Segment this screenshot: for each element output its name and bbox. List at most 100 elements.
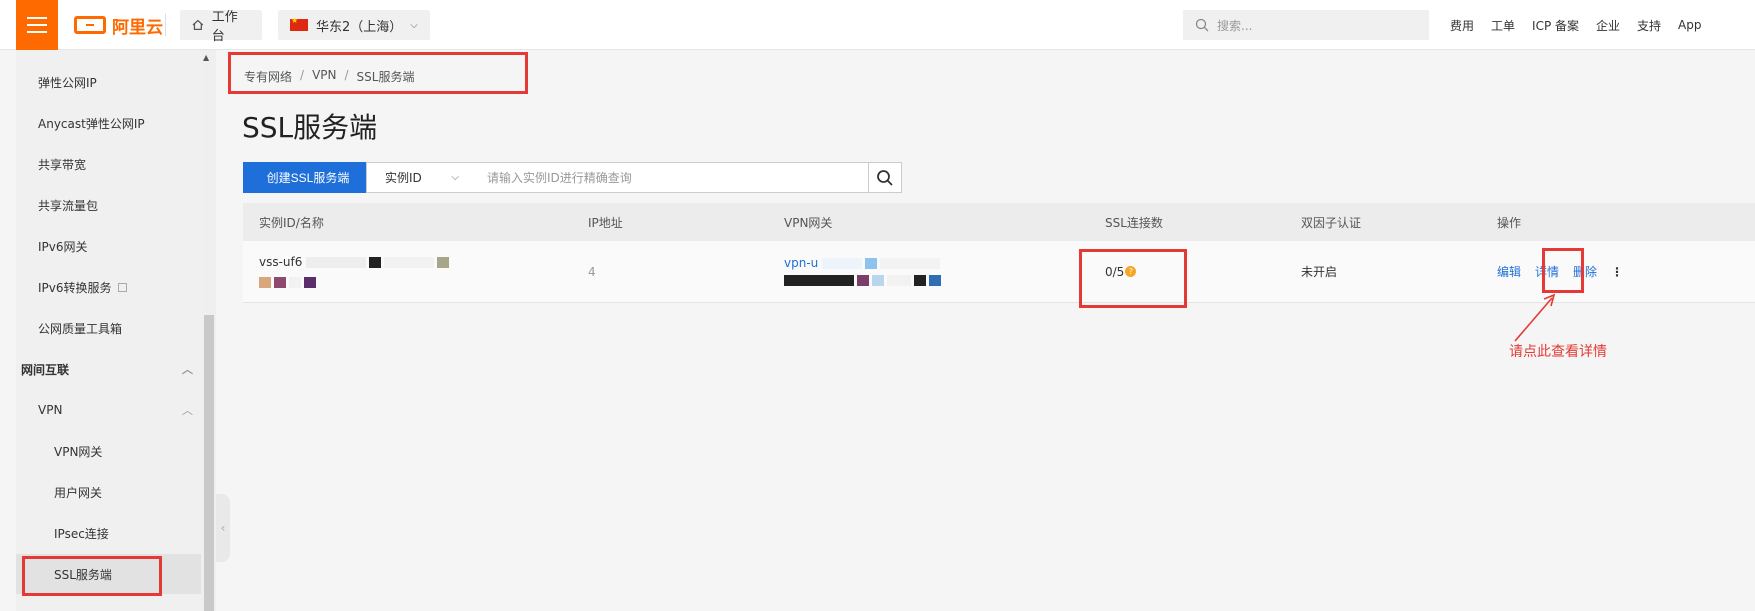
sidebar-item-customer-gateway[interactable]: 用户网关 <box>16 472 201 512</box>
menu-icon[interactable] <box>16 0 58 50</box>
cell-ip: 4 <box>588 241 596 302</box>
redacted-block <box>306 256 367 268</box>
scroll-up-arrow-icon[interactable]: ▲ <box>203 53 209 62</box>
sidebar-item-eip[interactable]: 弹性公网IP <box>16 62 201 102</box>
top-link-billing[interactable]: 费用 <box>1450 17 1474 34</box>
sidebar-item-label: Anycast弹性公网IP <box>38 116 145 131</box>
column-header-actions: 操作 <box>1497 215 1522 230</box>
page-title: SSL服务端 <box>242 111 378 144</box>
top-bar: 阿里云 工作台 华东2（上海） ⌵ 搜索... 费用 工单 ICP 备案 企业 … <box>0 0 1755 50</box>
sidebar-item-network-quality-toolbox[interactable]: 公网质量工具箱 <box>16 308 201 348</box>
sidebar-item-label: IPv6网关 <box>38 239 88 254</box>
sidebar-item-label: 共享流量包 <box>38 198 99 213</box>
search-field-select[interactable]: 实例ID ⌵ <box>366 162 472 193</box>
vpn-gateway-link[interactable]: vpn-u <box>784 256 818 270</box>
scroll-thumb[interactable] <box>204 315 214 611</box>
chevron-down-icon: ⌵ <box>451 172 459 183</box>
top-link-icp[interactable]: ICP 备案 <box>1532 17 1579 34</box>
query-placeholder: 请输入实例ID进行精确查询 <box>487 171 632 185</box>
global-search-input[interactable]: 搜索... <box>1183 10 1429 40</box>
sidebar-group-interconnect[interactable]: 网间互联 ︿ <box>16 349 201 389</box>
chevron-down-icon: ⌵ <box>410 19 418 31</box>
redacted-block <box>880 258 941 269</box>
sidebar-item-label: VPN网关 <box>54 444 103 459</box>
instance-id[interactable]: vss-uf6 <box>259 255 302 269</box>
sidebar-subgroup-vpn[interactable]: VPN ︿ <box>16 390 201 430</box>
sidebar-item-shared-bandwidth[interactable]: 共享带宽 <box>16 144 201 184</box>
vpn-gateway-name-line <box>784 273 944 287</box>
workbench-button[interactable]: 工作台 <box>180 10 262 44</box>
search-placeholder: 搜索... <box>1217 18 1253 33</box>
search-icon <box>1195 18 1209 32</box>
redacted-block <box>384 256 435 268</box>
aliyun-logo-mark-icon <box>74 16 106 34</box>
cell-vpn-gateway: vpn-u <box>784 241 944 302</box>
search-icon <box>877 169 893 186</box>
sidebar-item-anycast-eip[interactable]: Anycast弹性公网IP <box>16 103 201 143</box>
column-header-two-factor: 双因子认证 <box>1301 215 1362 230</box>
sidebar-item-data-transfer-plan[interactable]: 共享流量包 <box>16 185 201 225</box>
sidebar-item-ipv6-gateway[interactable]: IPv6网关 <box>16 226 201 266</box>
instance-id-line: vss-uf6 <box>259 255 452 269</box>
top-link-enterprise[interactable]: 企业 <box>1596 17 1620 34</box>
two-factor-status: 未开启 <box>1301 265 1338 279</box>
annotation-text: 请点此查看详情 <box>1509 344 1607 360</box>
create-ssl-server-button[interactable]: 创建SSL服务端 <box>243 162 373 193</box>
redacted-block <box>369 256 382 268</box>
column-header-vpn-gateway: VPN网关 <box>784 215 833 230</box>
sidebar-item-ipv6-translation[interactable]: IPv6转换服务 <box>16 267 201 307</box>
search-button[interactable] <box>868 162 902 193</box>
sidebar: 弹性公网IP Anycast弹性公网IP 共享带宽 共享流量包 IPv6网关 I… <box>16 50 216 611</box>
column-header-ip: IP地址 <box>588 215 623 230</box>
edit-link[interactable]: 编辑 <box>1497 263 1521 280</box>
sidebar-item-label: 弹性公网IP <box>38 75 97 90</box>
redacted-block <box>259 276 271 288</box>
aliyun-logo[interactable]: 阿里云 <box>74 13 163 38</box>
chevron-left-icon: ‹ <box>220 521 226 535</box>
redacted-block <box>304 276 316 288</box>
redacted-block <box>865 258 878 269</box>
cell-two-factor: 未开启 <box>1301 241 1337 302</box>
region-selector[interactable]: 华东2（上海） ⌵ <box>278 10 430 40</box>
sidebar-item-vpn-gateway[interactable]: VPN网关 <box>16 431 201 471</box>
search-field-value: 实例ID <box>385 171 422 185</box>
redacted-block <box>437 256 450 268</box>
vpn-gateway-line: vpn-u <box>784 256 943 270</box>
china-flag-icon <box>290 16 308 31</box>
top-link-app[interactable]: App <box>1678 18 1701 32</box>
redacted-block <box>887 275 911 286</box>
top-link-support[interactable]: 支持 <box>1637 17 1661 34</box>
ip-address: 4 <box>588 264 596 279</box>
redacted-block <box>914 275 926 286</box>
home-icon <box>192 19 204 31</box>
region-label: 华东2（上海） <box>316 19 403 35</box>
ssl-server-table: 实例ID/名称 IP地址 VPN网关 SSL连接数 双因子认证 操作 vss-u… <box>243 203 1755 303</box>
highlight-box-ssl-connections <box>1079 249 1187 308</box>
sidebar-subgroup-label: VPN <box>38 403 63 417</box>
table-header: 实例ID/名称 IP地址 VPN网关 SSL连接数 双因子认证 操作 <box>243 203 1755 241</box>
more-actions-icon[interactable]: ⋮ <box>1611 265 1623 279</box>
top-link-ticket[interactable]: 工单 <box>1491 17 1515 34</box>
instance-id-search-input[interactable]: 请输入实例ID进行精确查询 <box>471 162 869 193</box>
redacted-block <box>929 275 941 286</box>
sidebar-item-label: IPv6转换服务 <box>38 280 112 295</box>
sidebar-item-label: 共享带宽 <box>38 157 87 172</box>
external-link-icon <box>117 282 127 292</box>
sidebar-item-label: 公网质量工具箱 <box>38 321 123 336</box>
chevron-up-icon: ︿ <box>182 404 193 417</box>
sidebar-item-ipsec-connection[interactable]: IPsec连接 <box>16 513 201 553</box>
redacted-block <box>872 275 884 286</box>
highlight-box-details <box>1542 248 1584 293</box>
sidebar-collapse-button[interactable]: ‹ <box>216 494 230 562</box>
instance-name-line <box>259 275 319 289</box>
column-header-instance: 实例ID/名称 <box>259 215 324 230</box>
column-header-ssl-connections: SSL连接数 <box>1105 215 1163 230</box>
highlight-box-breadcrumb <box>228 52 528 94</box>
sidebar-item-label: 用户网关 <box>54 485 103 500</box>
annotation-arrow-icon <box>1514 293 1556 342</box>
redacted-block <box>857 275 869 286</box>
redacted-block <box>289 276 301 288</box>
logo-text: 阿里云 <box>112 17 163 38</box>
sidebar-scrollbar[interactable]: ▲ <box>202 50 216 611</box>
divider <box>165 14 166 36</box>
